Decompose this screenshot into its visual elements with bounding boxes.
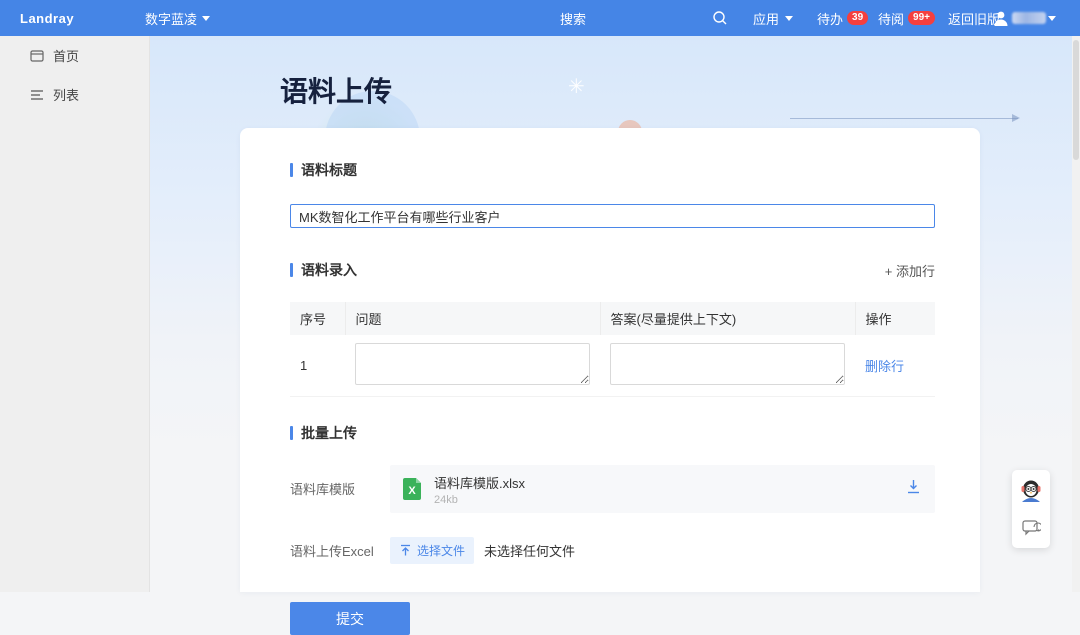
chat-service-icon[interactable]: [1021, 518, 1041, 541]
user-avatar-icon[interactable]: [992, 0, 1010, 36]
col-header-actions: 操作: [855, 302, 935, 335]
chevron-down-icon: [202, 16, 210, 21]
org-menu-label: 数字蓝凌: [145, 9, 197, 28]
apps-label: 应用: [753, 9, 779, 28]
upload-excel-row: 语料上传Excel 选择文件 未选择任何文件: [290, 537, 935, 564]
template-file-card[interactable]: X 语料库模版.xlsx 24kb: [390, 465, 935, 513]
question-textarea[interactable]: [355, 343, 590, 385]
chevron-down-icon[interactable]: [1048, 0, 1056, 36]
row-index: 1: [290, 335, 345, 397]
section-accent-bar: [290, 426, 293, 440]
list-icon: [30, 88, 44, 102]
add-row-button[interactable]: + 添加行: [885, 261, 935, 280]
batch-upload-section: 批量上传 语料库模版 X 语料库模版.xlsx 24kb 语料上传Excel: [290, 423, 935, 635]
batch-section-header: 批量上传: [290, 423, 935, 443]
title-section-header: 语料标题: [290, 160, 935, 180]
sidebar-item-home[interactable]: 首页: [0, 36, 149, 75]
todo-label: 待办: [817, 9, 843, 28]
scrollbar-thumb[interactable]: [1073, 40, 1079, 160]
table-row: 1 删除行: [290, 335, 935, 397]
col-header-question: 问题: [345, 302, 600, 335]
home-icon: [30, 49, 44, 63]
todo-count-badge: 39: [847, 11, 868, 25]
upload-excel-label: 语料上传Excel: [290, 541, 390, 560]
vertical-scrollbar[interactable]: [1072, 36, 1080, 592]
download-icon[interactable]: [906, 479, 921, 499]
section-accent-bar: [290, 263, 293, 277]
answer-textarea[interactable]: [610, 343, 845, 385]
template-file-label: 语料库模版: [290, 465, 390, 513]
file-size: 24kb: [434, 494, 906, 506]
topbar: Landray 数字蓝凌 搜索 应用 待办 39 待阅 99+ 返回旧版: [0, 0, 1080, 36]
entry-section: 语料录入 + 添加行 序号 问题 答案(尽量提供上下文) 操作 1 删除行: [290, 260, 935, 397]
sidebar-item-list[interactable]: 列表: [0, 75, 149, 114]
username-blurred[interactable]: [1012, 12, 1046, 24]
sidebar-item-label: 首页: [53, 46, 79, 65]
submit-button[interactable]: 提交: [290, 602, 410, 635]
toread-label: 待阅: [878, 9, 904, 28]
corpus-upload-form-card: 语料标题 语料录入 + 添加行 序号 问题 答案(尽量提供上下文) 操作: [240, 128, 980, 592]
col-header-index: 序号: [290, 302, 345, 335]
no-file-selected-text: 未选择任何文件: [484, 541, 575, 560]
toread-nav[interactable]: 待阅 99+: [878, 0, 935, 36]
choose-file-label: 选择文件: [417, 542, 465, 559]
sparkle-icon: ✳: [568, 74, 585, 99]
excel-file-icon: X: [400, 477, 424, 501]
choose-file-button[interactable]: 选择文件: [390, 537, 474, 564]
col-header-answer: 答案(尽量提供上下文): [600, 302, 855, 335]
search-icon[interactable]: [712, 0, 728, 36]
decor-arrow-line: [790, 118, 1018, 119]
batch-section-label: 批量上传: [301, 423, 357, 443]
corpus-title-input[interactable]: [290, 204, 935, 228]
chevron-down-icon: [785, 16, 793, 21]
template-file-row: 语料库模版 X 语料库模版.xlsx 24kb: [290, 465, 935, 513]
apps-menu[interactable]: 应用: [753, 0, 793, 36]
file-meta: 语料库模版.xlsx 24kb: [434, 473, 906, 506]
search-input[interactable]: 搜索: [560, 0, 586, 36]
todo-nav[interactable]: 待办 39: [817, 0, 868, 36]
section-accent-bar: [290, 163, 293, 177]
sidebar-item-label: 列表: [53, 85, 79, 104]
landray-logo: Landray: [20, 0, 74, 36]
title-section-label: 语料标题: [301, 160, 357, 180]
assistant-float-widget: [1012, 470, 1050, 548]
table-header-row: 序号 问题 答案(尽量提供上下文) 操作: [290, 302, 935, 335]
entry-section-header: 语料录入: [290, 260, 357, 280]
file-name: 语料库模版.xlsx: [434, 473, 906, 492]
toread-count-badge: 99+: [908, 11, 935, 25]
corpus-entry-table: 序号 问题 答案(尽量提供上下文) 操作 1 删除行: [290, 302, 935, 397]
upload-icon: [399, 544, 412, 557]
entry-section-label: 语料录入: [301, 260, 357, 280]
svg-text:X: X: [408, 485, 416, 497]
delete-row-button[interactable]: 删除行: [865, 359, 904, 374]
sidebar: 首页 列表: [0, 36, 150, 592]
mascot-avatar[interactable]: [1017, 477, 1045, 510]
org-menu[interactable]: 数字蓝凌: [145, 0, 210, 36]
page-title: 语料上传: [280, 70, 392, 110]
